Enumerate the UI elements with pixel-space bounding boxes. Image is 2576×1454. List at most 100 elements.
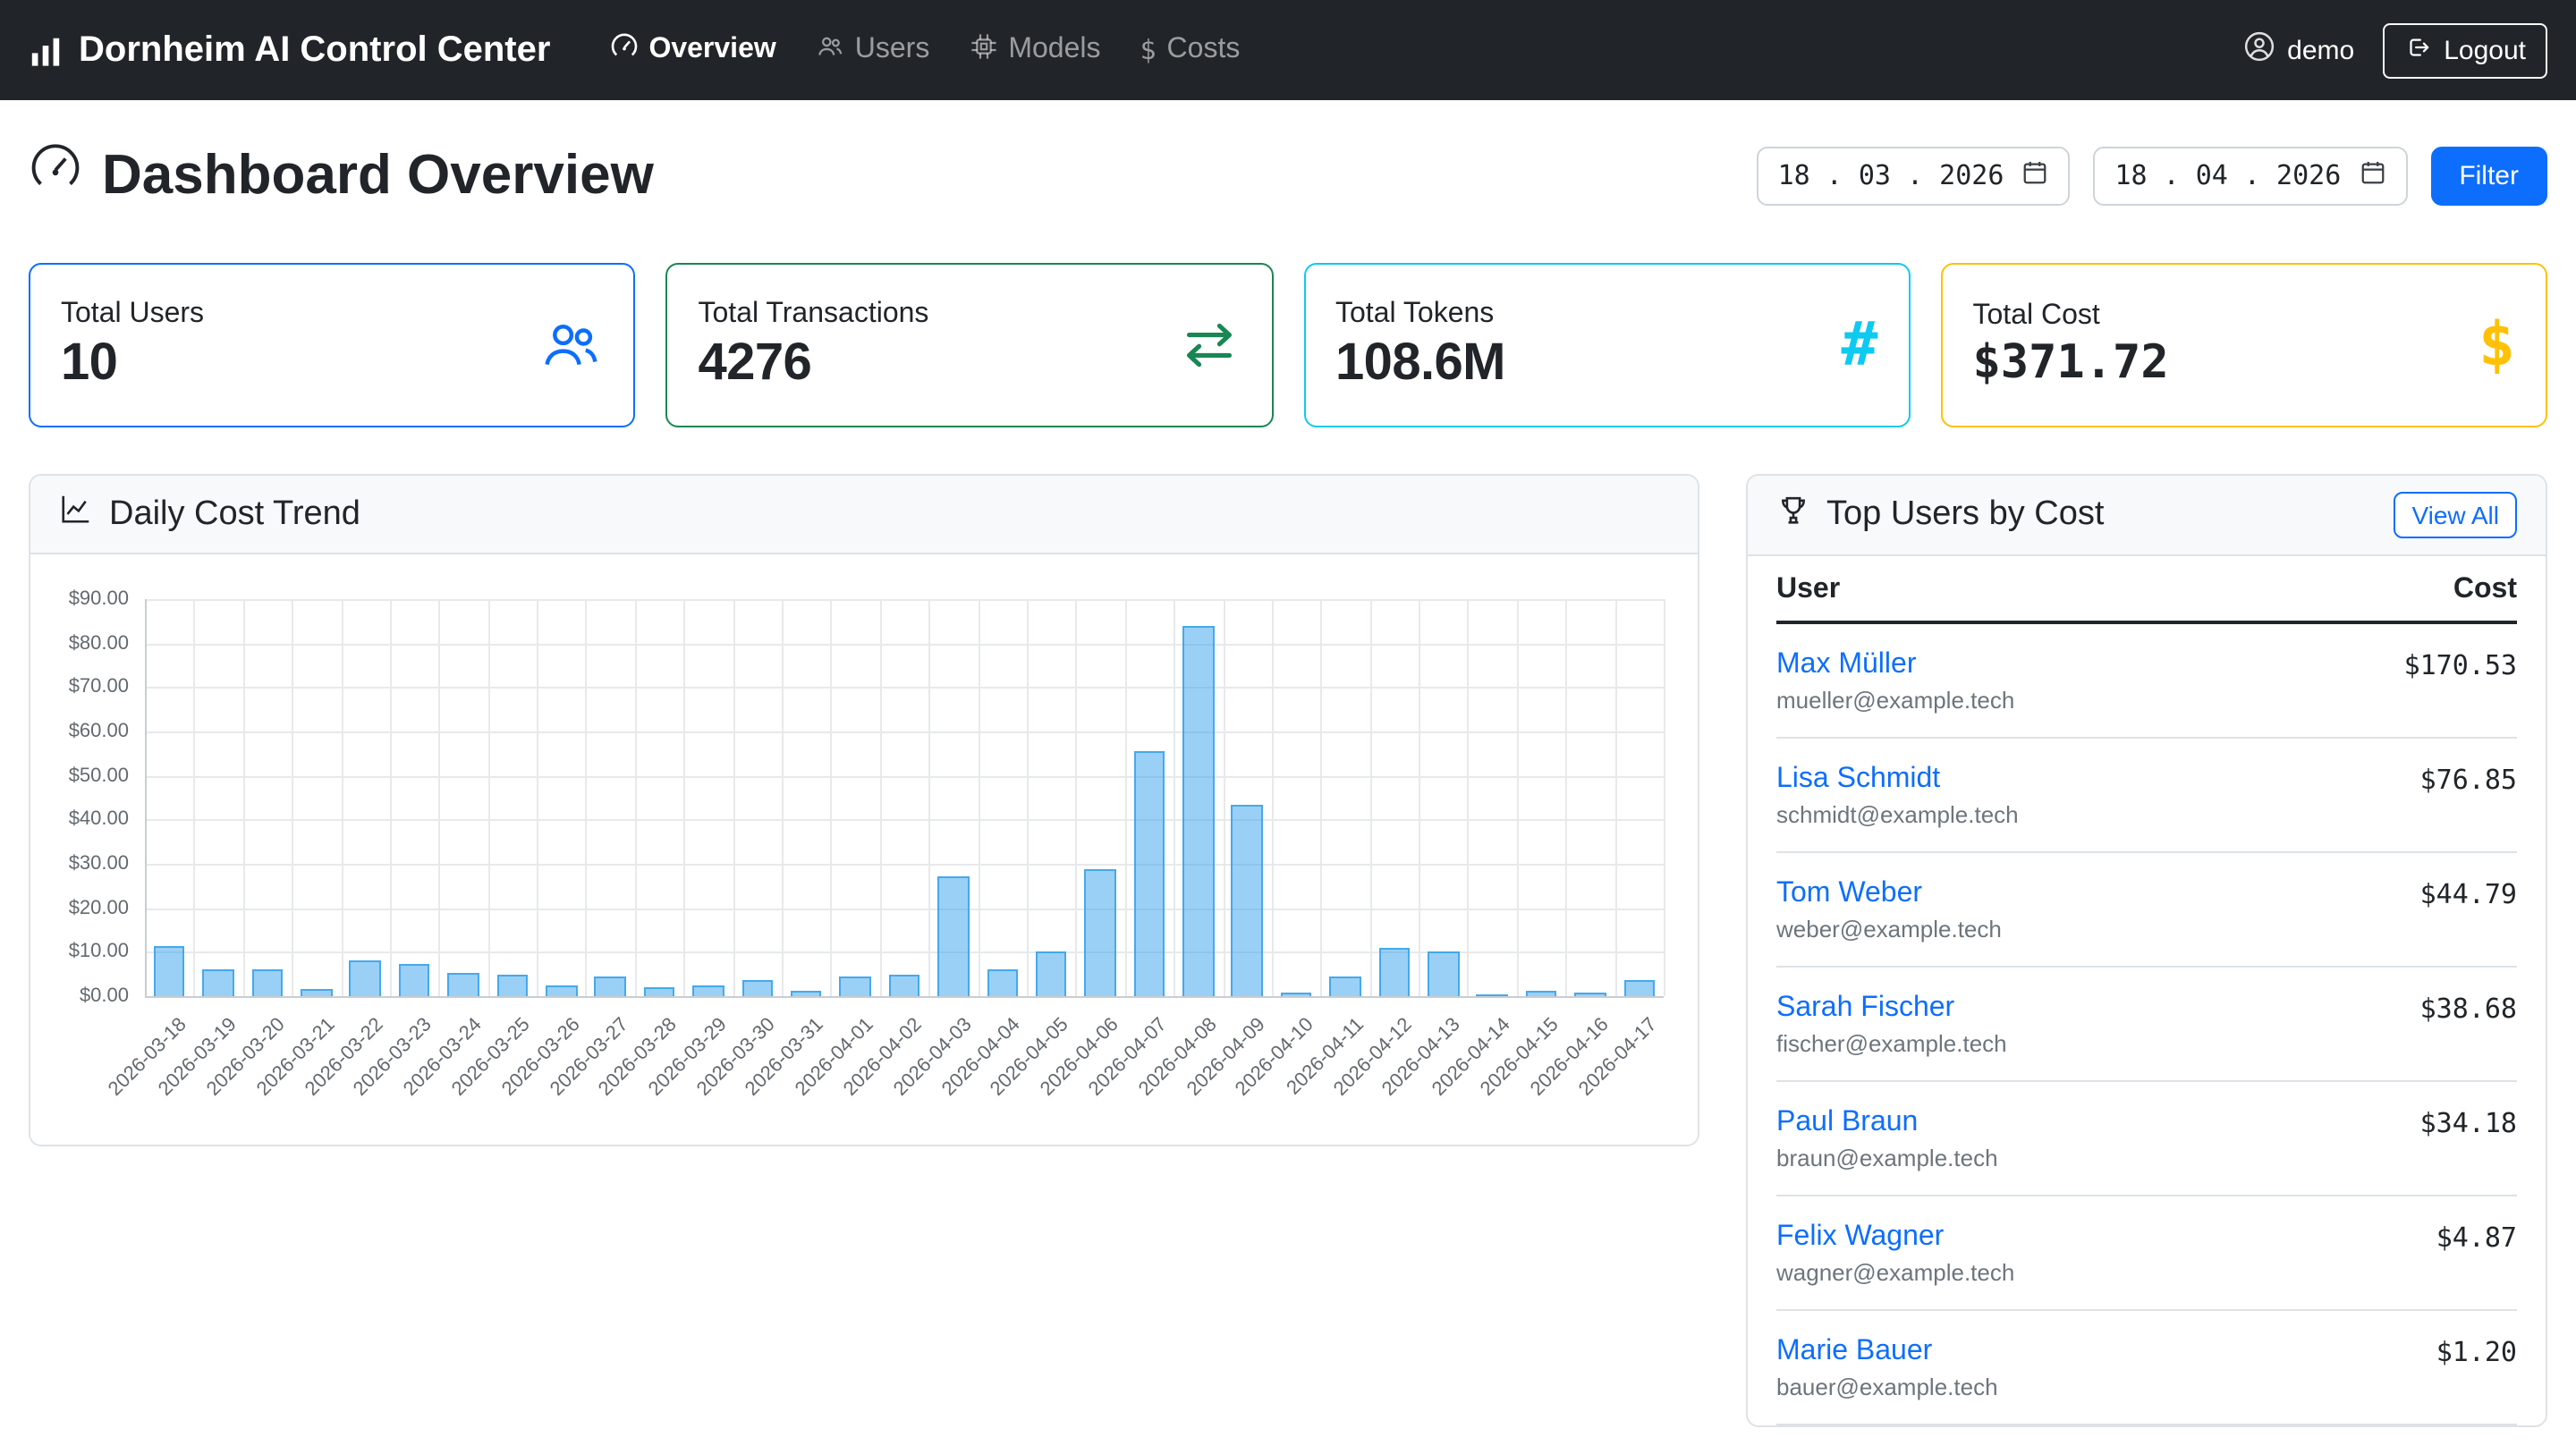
- people-icon: [539, 313, 604, 377]
- user-row: Paul Braun braun@example.tech $34.18: [1776, 1082, 2517, 1196]
- table-header: User Cost: [1776, 556, 2517, 624]
- user-name-link[interactable]: Paul Braun: [1776, 1105, 1918, 1141]
- gridline: [831, 599, 833, 996]
- y-axis-label: $70.00: [30, 675, 129, 700]
- cost-bar: [1526, 992, 1557, 996]
- user-email: braun@example.tech: [1776, 1143, 1998, 1173]
- user-email: fischer@example.tech: [1776, 1028, 2007, 1059]
- user-email: wagner@example.tech: [1776, 1257, 2014, 1288]
- user-name-link[interactable]: Sarah Fischer: [1776, 991, 1954, 1027]
- user-row: Tom Weber weber@example.tech $44.79: [1776, 853, 2517, 968]
- user-email: bauer@example.tech: [1776, 1372, 1998, 1402]
- cost-bar: [987, 969, 1018, 996]
- gridline: [145, 643, 1664, 645]
- stat-card-total-transactions: Total Transactions 4276: [666, 263, 1274, 427]
- y-axis-label: $90.00: [30, 587, 129, 612]
- bar-chart-logo-icon: [29, 33, 63, 67]
- navbar: Dornheim AI Control Center Overview: [0, 0, 2576, 100]
- line-chart-icon: [59, 492, 93, 537]
- user-cost: $34.18: [2420, 1105, 2517, 1141]
- cost-bar: [741, 980, 773, 996]
- cost-bar: [1036, 952, 1067, 996]
- logout-icon: [2404, 33, 2431, 67]
- gridline: [1369, 599, 1371, 996]
- daily-cost-trend-card: Daily Cost Trend $0.00$10.00$20.00$30.00…: [29, 474, 1699, 1146]
- cost-bar: [546, 985, 577, 996]
- gridline: [145, 688, 1664, 689]
- y-axis-label: $50.00: [30, 763, 129, 788]
- gridline: [586, 599, 588, 996]
- user-name-link[interactable]: Lisa Schmidt: [1776, 762, 1940, 798]
- cost-bar: [251, 969, 283, 996]
- nav-item-models[interactable]: Models: [949, 17, 1120, 83]
- daily-cost-chart: $0.00$10.00$20.00$30.00$40.00$50.00$60.0…: [30, 554, 1698, 1145]
- stat-card-total-users: Total Users 10: [29, 263, 636, 427]
- user-menu[interactable]: demo: [2242, 30, 2354, 70]
- gridline: [145, 731, 1664, 733]
- gridline: [145, 599, 147, 996]
- cost-bar: [888, 975, 919, 996]
- user-cost: $44.79: [2420, 876, 2517, 912]
- cost-bar: [1133, 751, 1165, 996]
- cost-bar: [937, 875, 969, 996]
- cost-bar: [1232, 805, 1263, 996]
- gridline: [1124, 599, 1126, 996]
- gridline: [1174, 599, 1175, 996]
- gridline: [145, 820, 1664, 822]
- gridline: [145, 599, 1664, 601]
- logout-button[interactable]: Logout: [2383, 22, 2547, 78]
- gridline: [1321, 599, 1323, 996]
- gridline: [684, 599, 686, 996]
- cost-bar: [791, 992, 822, 996]
- cost-bar: [1182, 626, 1214, 996]
- top-users-table: User Cost Max Müller mueller@example.tec…: [1748, 556, 2546, 1425]
- user-name-link[interactable]: Max Müller: [1776, 647, 1916, 683]
- cpu-icon: [969, 31, 997, 69]
- speedometer-icon: [609, 31, 638, 69]
- person-circle-icon: [2242, 30, 2275, 70]
- gridline: [782, 599, 784, 996]
- stats-row: Total Users 10 Total Transactions 4276: [29, 263, 2547, 427]
- user-name-link[interactable]: Felix Wagner: [1776, 1220, 1944, 1255]
- gridline: [194, 599, 196, 996]
- dollar-icon: $: [1140, 34, 1156, 66]
- cost-bar: [1574, 993, 1606, 996]
- gridline: [1664, 599, 1665, 996]
- nav-item-costs[interactable]: $ Costs: [1120, 20, 1259, 80]
- gridline: [978, 599, 979, 996]
- gridline: [1468, 599, 1470, 996]
- y-axis-label: $20.00: [30, 895, 129, 920]
- transfer-arrows-icon: [1176, 313, 1241, 377]
- user-name-link[interactable]: Tom Weber: [1776, 876, 1922, 912]
- gridline: [1027, 599, 1029, 996]
- gridline: [341, 599, 343, 996]
- user-row: Marie Bauer bauer@example.tech $1.20: [1776, 1311, 2517, 1425]
- user-cost: $1.20: [2436, 1334, 2517, 1370]
- top-users-title: Top Users by Cost: [1776, 493, 2104, 537]
- page-title: Dashboard Overview: [29, 141, 654, 209]
- app-title: Dornheim AI Control Center: [79, 30, 550, 71]
- cost-bar: [1329, 976, 1360, 996]
- view-all-button[interactable]: View All: [2394, 492, 2517, 538]
- main-nav: Overview Users: [589, 17, 1259, 83]
- nav-item-users[interactable]: Users: [796, 17, 950, 83]
- gauge-icon: [29, 141, 82, 209]
- gridline: [292, 599, 293, 996]
- nav-item-overview[interactable]: Overview: [589, 17, 795, 83]
- y-axis-label: $60.00: [30, 719, 129, 744]
- hash-icon: #: [1842, 315, 1878, 376]
- cost-bar: [350, 960, 381, 996]
- stat-card-total-cost: Total Cost $371.72 $: [1941, 263, 2548, 427]
- cost-bar: [399, 963, 430, 996]
- user-name-link[interactable]: Marie Bauer: [1776, 1334, 1932, 1370]
- cost-bar: [496, 975, 528, 996]
- gridline: [390, 599, 392, 996]
- date-to-input[interactable]: 18 . 04 . 2026: [2093, 146, 2407, 205]
- filter-button[interactable]: Filter: [2430, 146, 2547, 205]
- date-from-input[interactable]: 18 . 03 . 2026: [1757, 146, 2071, 205]
- user-row: Lisa Schmidt schmidt@example.tech $76.85: [1776, 739, 2517, 853]
- gridline: [145, 775, 1664, 777]
- y-axis-label: $30.00: [30, 851, 129, 876]
- user-cost: $38.68: [2420, 991, 2517, 1027]
- gridline: [1419, 599, 1420, 996]
